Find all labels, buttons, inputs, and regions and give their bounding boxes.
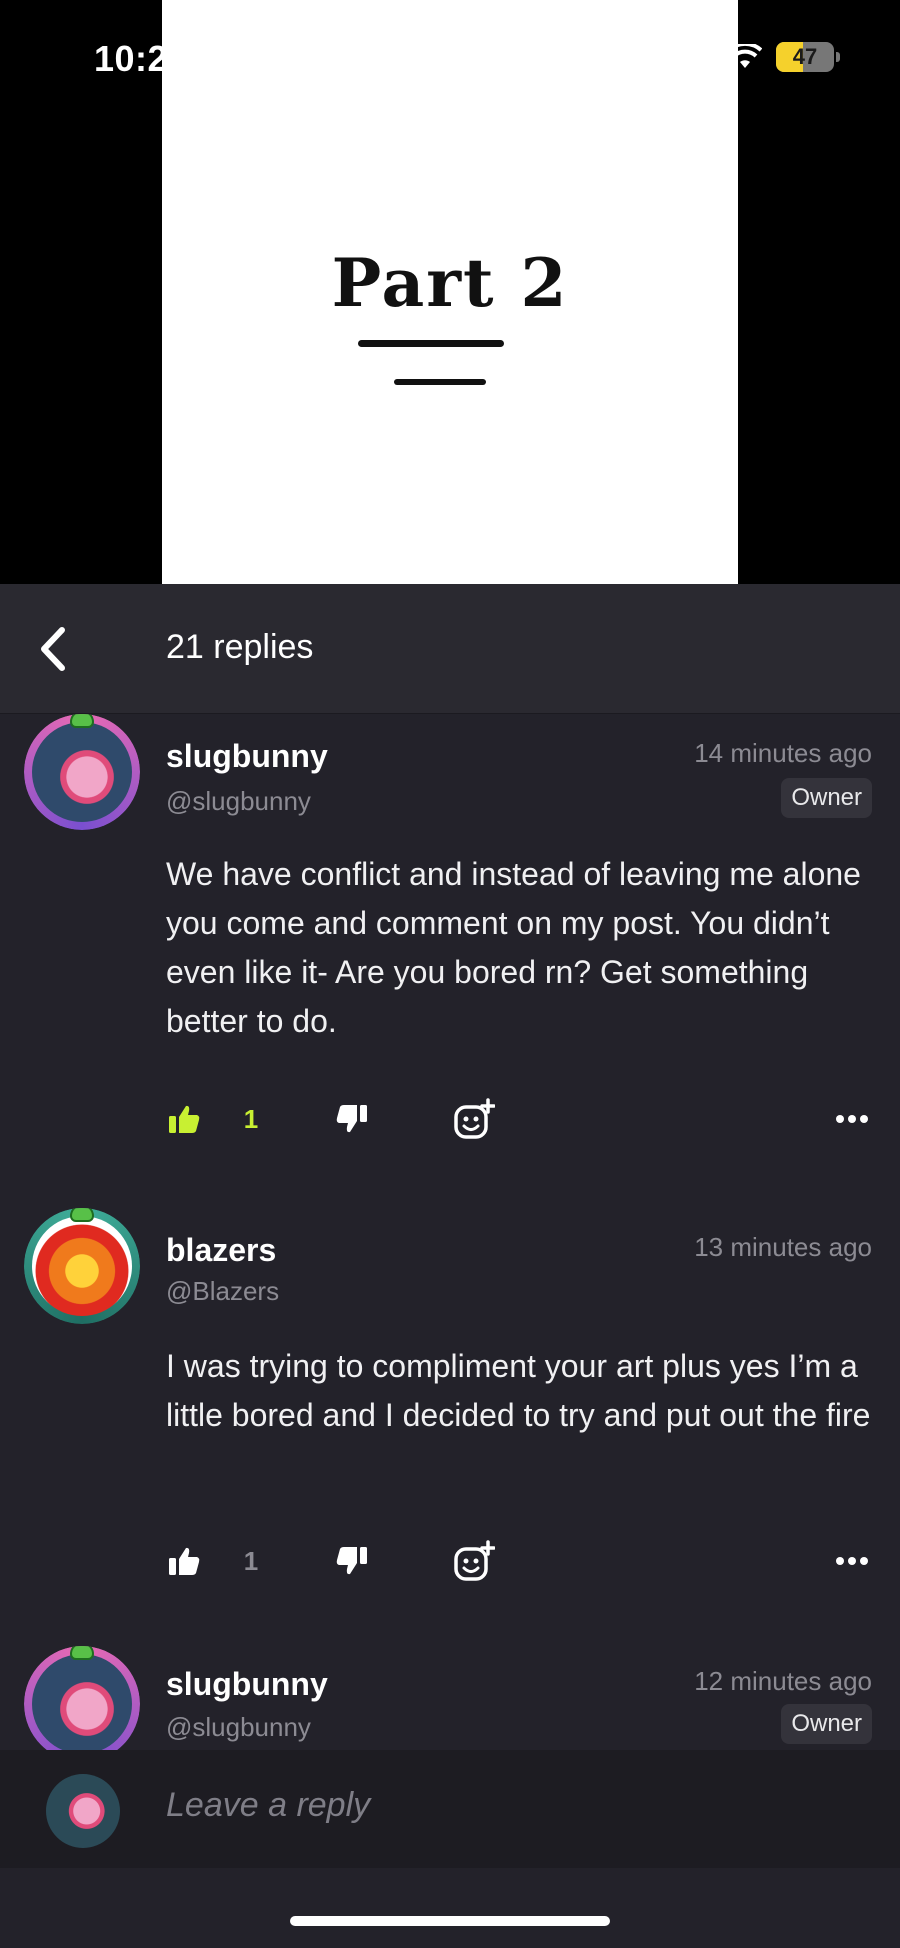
reply-input[interactable]: Leave a reply xyxy=(166,1786,370,1825)
dislike-button[interactable] xyxy=(334,1096,370,1142)
replies-count-title: 21 replies xyxy=(166,628,314,666)
thumbs-up-icon xyxy=(169,1105,200,1133)
avatar-image xyxy=(32,722,132,822)
comment-body: I was trying to compliment your art plus… xyxy=(166,1348,871,1433)
more-dot-icon xyxy=(836,1115,844,1123)
like-count: 1 xyxy=(243,1103,259,1134)
avatar[interactable] xyxy=(24,714,140,830)
battery-nub xyxy=(836,52,840,62)
comment-username[interactable]: slugbunny xyxy=(166,1666,328,1703)
add-reaction-button[interactable] xyxy=(451,1538,497,1584)
more-options-button[interactable] xyxy=(832,1096,872,1142)
avatar[interactable] xyxy=(24,1646,140,1750)
comment-item: slugbunny @slugbunny 12 minutes ago Owne… xyxy=(0,1646,900,1750)
like-button[interactable] xyxy=(166,1538,202,1584)
comment-username[interactable]: blazers xyxy=(166,1232,276,1269)
more-dot-icon xyxy=(848,1557,856,1565)
more-dot-icon xyxy=(848,1115,856,1123)
frog-badge-icon xyxy=(70,714,94,728)
home-indicator[interactable] xyxy=(290,1916,610,1926)
artwork-underline xyxy=(358,340,504,347)
owner-badge: Owner xyxy=(781,1704,872,1744)
comment-time: 13 minutes ago xyxy=(694,1232,872,1262)
more-dot-icon xyxy=(860,1115,868,1123)
status-time: 10:2 xyxy=(94,38,169,79)
dislike-button[interactable] xyxy=(334,1538,370,1584)
avatar-image xyxy=(32,1216,132,1316)
like-button[interactable] xyxy=(166,1096,202,1142)
add-reaction-icon xyxy=(454,1098,495,1139)
reply-bar: Leave a reply xyxy=(0,1750,900,1868)
avatar[interactable] xyxy=(24,1208,140,1324)
comment-handle[interactable]: @slugbunny xyxy=(166,1712,311,1743)
more-dot-icon xyxy=(836,1557,844,1565)
comment-time: 12 minutes ago xyxy=(694,1666,872,1696)
comment-body: We have conflict and instead of leaving … xyxy=(166,856,861,1039)
owner-badge: Owner xyxy=(781,778,872,818)
bottom-safe-area xyxy=(0,1868,900,1948)
frog-badge-icon xyxy=(70,1646,94,1660)
avatar-image xyxy=(32,1654,132,1750)
replies-header: 21 replies xyxy=(0,584,900,714)
battery-icon: 47 xyxy=(776,42,834,72)
add-reaction-icon xyxy=(454,1540,495,1581)
wifi-icon xyxy=(728,44,762,68)
current-user-avatar xyxy=(46,1774,120,1848)
battery-percent: 47 xyxy=(792,44,818,69)
thumbs-up-icon xyxy=(169,1547,200,1575)
artwork[interactable]: Part 2 xyxy=(162,0,738,584)
comment-username[interactable]: slugbunny xyxy=(166,738,328,775)
comment-handle[interactable]: @Blazers xyxy=(166,1276,279,1307)
more-dot-icon xyxy=(860,1557,868,1565)
artwork-title: Part 2 xyxy=(331,244,569,322)
frog-badge-icon xyxy=(70,1208,94,1222)
media-viewer: 10:2 Part 2 47 xyxy=(0,0,900,584)
more-options-button[interactable] xyxy=(832,1538,872,1584)
comment-time: 14 minutes ago xyxy=(694,738,872,768)
add-reaction-button[interactable] xyxy=(451,1096,497,1142)
thumbs-down-icon xyxy=(336,1105,367,1133)
artwork-underline-short xyxy=(394,379,486,385)
comment-actions: 1 xyxy=(166,1538,872,1584)
comment-actions: 1 xyxy=(166,1096,872,1142)
back-arrow-icon[interactable] xyxy=(30,622,80,676)
thumbs-down-icon xyxy=(336,1547,367,1575)
comment-handle[interactable]: @slugbunny xyxy=(166,786,311,817)
status-icons: 47 xyxy=(728,42,840,72)
like-count: 1 xyxy=(243,1545,259,1576)
